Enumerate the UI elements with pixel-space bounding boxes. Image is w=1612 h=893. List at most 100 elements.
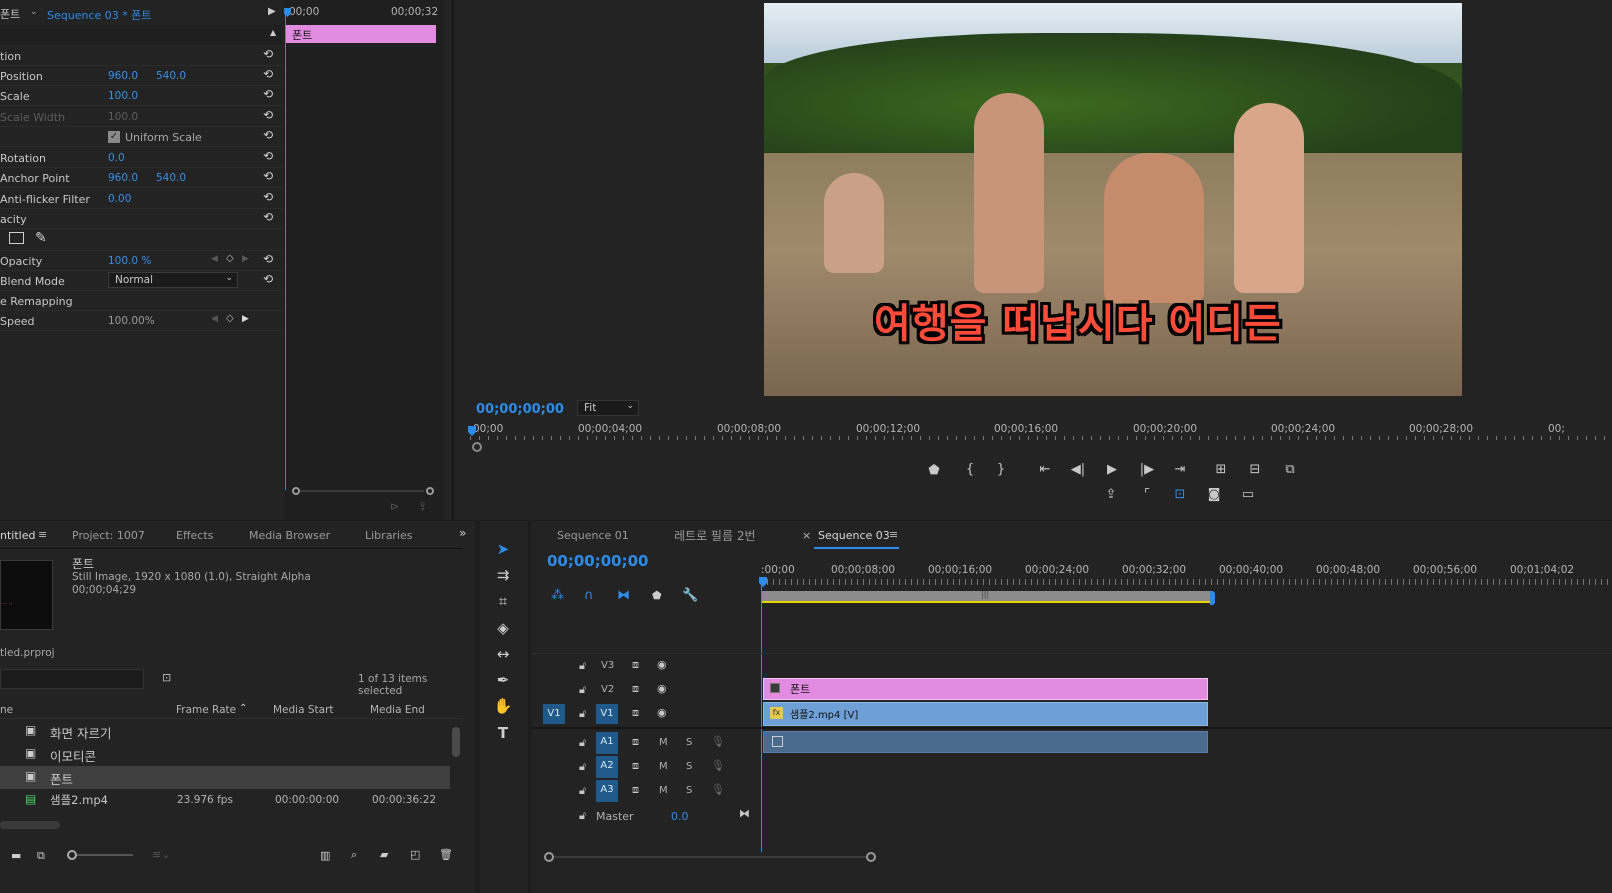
sync-lock-icon[interactable]: ⧈ bbox=[632, 706, 639, 720]
source-patch-v1[interactable]: V1 bbox=[543, 704, 565, 724]
master-volume-value[interactable]: 0.0 bbox=[671, 810, 689, 823]
go-to-out-icon[interactable]: ⇥ bbox=[1171, 462, 1189, 477]
panel-menu-icon[interactable]: ≡ bbox=[38, 528, 47, 541]
lock-icon[interactable]: 🔓︎ bbox=[579, 707, 586, 721]
tab-sequence-03[interactable]: Sequence 03 bbox=[818, 529, 890, 542]
lift-icon[interactable]: ⊞ bbox=[1212, 462, 1230, 477]
solo-button[interactable]: S bbox=[686, 737, 692, 748]
next-keyframe-icon[interactable]: ▶ bbox=[242, 314, 249, 324]
add-marker-icon[interactable]: ⬟ bbox=[652, 589, 662, 602]
list-view-icon[interactable]: ▬ bbox=[11, 849, 21, 862]
blend-mode-select[interactable]: Normal ⌄ bbox=[108, 272, 238, 288]
add-marker-icon[interactable]: ⬟ bbox=[925, 463, 943, 478]
new-bin-icon[interactable]: ▰ bbox=[380, 848, 388, 861]
tab-retro-film[interactable]: 레트로 필름 2번 bbox=[674, 527, 756, 544]
horizontal-scrollbar[interactable] bbox=[0, 821, 60, 829]
pen-mask-icon[interactable]: ✎ bbox=[35, 230, 47, 246]
camera-icon[interactable]: ◙ bbox=[1205, 487, 1223, 502]
mute-button[interactable]: M bbox=[659, 785, 668, 796]
type-tool-icon[interactable]: T bbox=[493, 723, 513, 743]
new-bin-search-icon[interactable]: ⊡ bbox=[162, 671, 171, 684]
eye-icon[interactable]: ◉ bbox=[657, 682, 667, 695]
reset-icon[interactable]: ⟲ bbox=[263, 150, 276, 163]
microphone-icon[interactable]: 🎙︎ bbox=[711, 759, 725, 772]
play-only-icon[interactable]: ▶ bbox=[268, 6, 276, 17]
eye-icon[interactable]: ◉ bbox=[657, 658, 667, 671]
timeline-scrollbar[interactable] bbox=[544, 852, 876, 862]
reset-icon[interactable]: ⟲ bbox=[263, 48, 276, 61]
mark-out-icon[interactable]: } bbox=[992, 462, 1010, 477]
zoom-select[interactable]: Fit ⌄ bbox=[577, 400, 639, 416]
hand-tool-icon[interactable]: ✋ bbox=[493, 696, 513, 716]
timeline-timecode[interactable]: 00;00;00;00 bbox=[547, 552, 649, 570]
timeline-ruler[interactable]: :00;00 00;00;08;00 00;00;16;00 00;00;24;… bbox=[759, 561, 1612, 605]
new-item-icon[interactable]: ◰ bbox=[410, 848, 420, 861]
clip-v2-font[interactable]: 폰트 bbox=[763, 678, 1208, 700]
mute-button[interactable]: M bbox=[659, 737, 668, 748]
microphone-icon[interactable]: 🎙︎ bbox=[711, 735, 725, 748]
ec-zoom-scrollbar[interactable] bbox=[292, 485, 434, 495]
mark-in-icon[interactable]: { bbox=[961, 462, 979, 477]
export-frame-up-icon[interactable]: ⇪ bbox=[1102, 487, 1120, 502]
settings-wrench-icon[interactable]: 🔧 bbox=[682, 588, 698, 603]
lock-icon[interactable]: 🔓︎ bbox=[579, 736, 586, 750]
go-to-end-icon[interactable]: ⧓ bbox=[739, 807, 750, 820]
linked-selection-icon[interactable]: ⧓ bbox=[617, 588, 630, 603]
vr-video-icon[interactable]: ▭ bbox=[1239, 487, 1257, 502]
uniform-scale-checkbox[interactable]: ✓ bbox=[108, 131, 120, 143]
extract-icon[interactable]: ⊟ bbox=[1246, 462, 1264, 477]
reset-icon[interactable]: ⟲ bbox=[263, 109, 276, 122]
sort-icons-icon[interactable]: ≡⌄ bbox=[152, 848, 170, 861]
reset-icon[interactable]: ⟲ bbox=[263, 170, 276, 183]
tab-untitled[interactable]: ntitled bbox=[0, 529, 35, 542]
col-media-end[interactable]: Media End bbox=[370, 704, 425, 716]
find-icon[interactable]: ⌕ bbox=[351, 848, 357, 862]
sort-up-icon[interactable]: ⌃ bbox=[239, 703, 247, 714]
timeline-playhead[interactable] bbox=[761, 577, 762, 852]
sequence-tab[interactable]: Sequence 03 * 폰트 bbox=[47, 7, 152, 23]
reset-icon[interactable]: ⟲ bbox=[263, 273, 276, 286]
icon-view-icon[interactable]: ⧉ bbox=[37, 849, 45, 863]
program-timecode[interactable]: 00;00;00;00 bbox=[476, 402, 564, 417]
search-input[interactable] bbox=[0, 669, 144, 689]
position-y-value[interactable]: 540.0 bbox=[156, 70, 186, 82]
reset-icon[interactable]: ⟲ bbox=[263, 88, 276, 101]
rotation-value[interactable]: 0.0 bbox=[108, 152, 125, 164]
lock-icon[interactable]: 🔓︎ bbox=[579, 809, 586, 823]
track-select-tool-icon[interactable]: ⇉ bbox=[493, 565, 513, 585]
trash-icon[interactable]: 🗑 bbox=[439, 848, 453, 861]
program-scroll-handle[interactable] bbox=[472, 442, 482, 452]
lock-icon[interactable]: 🔓︎ bbox=[579, 659, 586, 673]
nest-icon[interactable]: ⁂ bbox=[551, 588, 564, 603]
sync-lock-icon[interactable]: ⧈ bbox=[632, 658, 639, 672]
tab-project[interactable]: Project: 1007 bbox=[72, 529, 145, 542]
tab-effects[interactable]: Effects bbox=[176, 529, 213, 542]
source-tab[interactable]: 폰트 bbox=[0, 6, 20, 22]
sync-lock-icon[interactable]: ⧈ bbox=[632, 759, 639, 773]
sync-lock-icon[interactable]: ⧈ bbox=[632, 783, 639, 797]
col-name[interactable]: ne bbox=[0, 704, 13, 716]
track-target-a2[interactable]: A2 bbox=[596, 756, 618, 778]
list-item[interactable]: ▣ 화면 자르기 bbox=[0, 720, 450, 743]
lock-icon[interactable]: 🔓︎ bbox=[579, 760, 586, 774]
prev-keyframe-icon[interactable]: ◀ bbox=[211, 314, 218, 324]
ec-clip-bar[interactable]: 폰트 bbox=[286, 25, 436, 43]
close-tab-icon[interactable]: × bbox=[802, 529, 811, 542]
anchor-x-value[interactable]: 960.0 bbox=[108, 172, 138, 184]
tab-media-browser[interactable]: Media Browser bbox=[249, 529, 330, 542]
scale-value[interactable]: 100.0 bbox=[108, 90, 138, 102]
chevron-down-icon[interactable]: ⌄ bbox=[30, 7, 38, 17]
play-icon[interactable]: ▶ bbox=[1103, 462, 1121, 477]
solo-button[interactable]: S bbox=[686, 761, 692, 772]
multicam-icon[interactable]: ⊡ bbox=[1171, 487, 1189, 502]
mute-button[interactable]: M bbox=[659, 761, 668, 772]
prev-keyframe-icon[interactable]: ◀ bbox=[211, 254, 218, 264]
microphone-icon[interactable]: 🎙︎ bbox=[711, 783, 725, 796]
track-target-a1[interactable]: A1 bbox=[596, 732, 618, 754]
ripple-edit-tool-icon[interactable]: ⌗ bbox=[493, 591, 513, 611]
safe-margins-icon[interactable]: ⌜ bbox=[1138, 487, 1156, 502]
reset-icon[interactable]: ⟲ bbox=[263, 191, 276, 204]
ec-playhead[interactable] bbox=[285, 10, 286, 490]
scroll-up-icon[interactable]: ▲ bbox=[270, 28, 276, 37]
program-time-ruler[interactable]: 00;00 00;00;04;00 00;00;08;00 00;00;12;0… bbox=[468, 420, 1612, 450]
